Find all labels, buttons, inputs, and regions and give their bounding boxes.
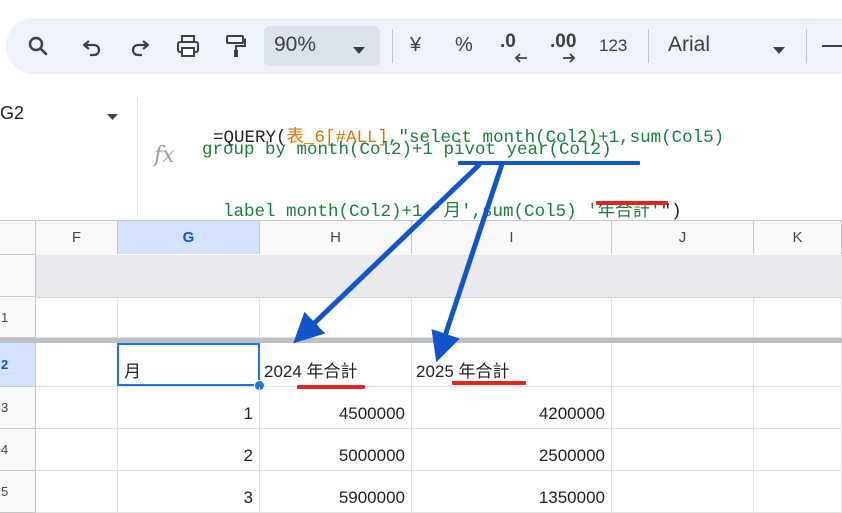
annotation-arrows: [293, 162, 505, 363]
